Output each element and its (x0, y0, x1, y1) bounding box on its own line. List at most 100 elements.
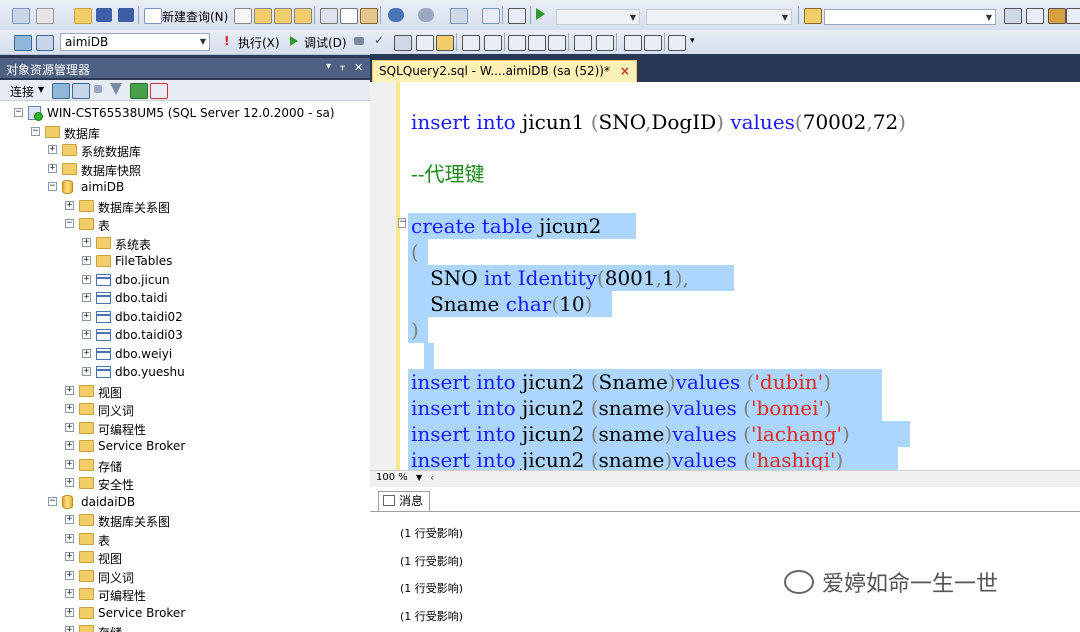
tab-messages[interactable]: 消息 (378, 491, 431, 512)
undo-icon[interactable] (388, 8, 404, 22)
expand-icon[interactable]: + (48, 163, 57, 173)
solution-config-dropdown[interactable]: ▼ (556, 9, 640, 25)
uncomment-icon[interactable] (596, 35, 614, 51)
find-in-files-icon[interactable] (804, 8, 822, 24)
tree-node[interactable]: + 可编程性 (0, 420, 370, 438)
tree-node[interactable]: + 可编程性 (0, 586, 370, 604)
report-icon[interactable] (508, 8, 526, 24)
add-item-icon[interactable] (36, 8, 54, 24)
disconnect-icon[interactable] (72, 83, 90, 99)
debug-button[interactable]: 调试(D) (304, 34, 347, 51)
properties-icon[interactable] (1026, 8, 1044, 24)
expand-icon[interactable]: + (65, 570, 74, 580)
tree-node[interactable]: + dbo.weiyi (0, 346, 370, 364)
specify-template-icon[interactable] (668, 35, 686, 51)
window-position-icon[interactable]: ▾ (326, 61, 331, 72)
navigate-icon[interactable] (450, 8, 468, 24)
tree-node[interactable]: + 视图 (0, 383, 370, 401)
expand-icon[interactable]: + (82, 367, 91, 376)
execute-button[interactable]: 执行(X) (238, 34, 280, 51)
tree-node[interactable]: + dbo.yueshu (0, 364, 370, 382)
tree-node[interactable]: + 数据库关系图 (0, 198, 370, 216)
scroll-left-icon[interactable]: ‹ (430, 471, 434, 484)
tree-node[interactable]: + FileTables (0, 253, 370, 271)
tree-node[interactable]: + Service Broker (0, 605, 370, 623)
tree-node[interactable]: − 数据库 (0, 124, 370, 142)
activity-monitor-icon[interactable] (482, 8, 500, 24)
start-debug-icon[interactable] (536, 8, 545, 20)
query-designer-icon[interactable] (416, 35, 434, 51)
connect-object-explorer-icon[interactable] (52, 83, 70, 99)
tree-node[interactable]: + 视图 (0, 549, 370, 567)
collapse-icon[interactable]: − (14, 108, 23, 117)
connect-button[interactable]: 连接 (10, 83, 34, 100)
cut-icon[interactable] (320, 8, 338, 24)
expand-icon[interactable]: + (65, 422, 74, 432)
mdx-query-icon[interactable] (274, 8, 292, 24)
expand-icon[interactable]: + (65, 533, 74, 543)
tree-node[interactable]: + 安全性 (0, 475, 370, 493)
tree-node[interactable]: + 存储 (0, 623, 370, 632)
collapse-icon[interactable]: − (48, 496, 57, 506)
parse-icon[interactable]: ✓ (374, 33, 384, 47)
collapse-icon[interactable]: − (31, 126, 40, 136)
chevron-down-icon[interactable]: ▼ (416, 473, 422, 482)
tree-node[interactable]: + dbo.jicun (0, 272, 370, 290)
database-engine-query-icon[interactable] (234, 8, 252, 24)
collapse-region-icon[interactable]: − (398, 218, 407, 228)
tree-node[interactable]: + 同义词 (0, 401, 370, 419)
stop-icon[interactable] (94, 85, 102, 93)
tree-node[interactable]: + 存储 (0, 457, 370, 475)
tree-node[interactable]: − 表 (0, 216, 370, 234)
refresh-icon[interactable] (130, 83, 148, 99)
expand-icon[interactable]: + (65, 404, 74, 413)
xmla-query-icon[interactable] (294, 8, 312, 24)
expand-icon[interactable]: + (82, 311, 91, 321)
disconnect-icon[interactable] (36, 35, 54, 51)
save-all-icon[interactable] (118, 8, 134, 22)
tree-node[interactable]: + dbo.taidi (0, 290, 370, 308)
new-query-button[interactable]: 新建查询(N) (162, 8, 228, 25)
available-databases-dropdown[interactable]: aimiDB ▼ (60, 33, 210, 51)
expand-icon[interactable]: + (65, 478, 74, 487)
tree-node[interactable]: + 数据库快照 (0, 161, 370, 179)
collapse-icon[interactable]: − (48, 182, 57, 191)
expand-icon[interactable]: + (65, 607, 74, 617)
expand-icon[interactable]: + (82, 274, 91, 284)
tree-node[interactable]: + dbo.taidi03 (0, 327, 370, 345)
expand-icon[interactable]: + (82, 237, 91, 247)
redo-icon[interactable] (418, 8, 434, 22)
new-project-icon[interactable] (12, 8, 30, 24)
expand-icon[interactable]: + (65, 441, 74, 450)
expand-icon[interactable]: + (65, 459, 74, 469)
analysis-query-icon[interactable] (254, 8, 272, 24)
tab-close-icon[interactable]: × (620, 64, 630, 78)
results-to-file-icon[interactable] (548, 35, 566, 51)
expand-icon[interactable]: + (82, 348, 91, 358)
solution-platform-dropdown[interactable]: ▼ (646, 9, 792, 25)
tree-node[interactable]: + 表 (0, 531, 370, 549)
intellisense-icon[interactable] (462, 35, 480, 51)
expand-icon[interactable]: + (65, 515, 74, 524)
tree-node[interactable]: + 同义词 (0, 568, 370, 586)
tree-node[interactable]: + 系统数据库 (0, 142, 370, 160)
collapse-icon[interactable]: − (65, 219, 74, 228)
chevron-down-icon[interactable]: ▼ (38, 85, 44, 94)
decrease-indent-icon[interactable] (624, 35, 642, 51)
tree-node[interactable]: − WIN-CST65538UM5 (SQL Server 12.0.2000 -… (0, 105, 370, 123)
new-query-icon[interactable] (144, 8, 162, 24)
expand-icon[interactable]: + (82, 330, 91, 339)
tree-node[interactable]: − aimiDB (0, 179, 370, 197)
filter-icon[interactable] (110, 83, 122, 95)
expand-icon[interactable]: + (82, 256, 91, 265)
expand-icon[interactable]: + (65, 200, 74, 210)
save-icon[interactable] (96, 8, 112, 22)
query-editor[interactable]: − insert into jicun1 (SNO,DogID) values(… (370, 82, 1080, 470)
expand-icon[interactable]: + (65, 589, 74, 598)
options-icon[interactable] (1066, 8, 1080, 24)
expand-icon[interactable]: + (65, 626, 74, 632)
cancel-query-icon[interactable] (354, 37, 364, 45)
tree-node[interactable]: + Service Broker (0, 438, 370, 456)
zoom-level[interactable]: 100 % (376, 472, 408, 483)
results-to-grid-icon[interactable] (528, 35, 546, 51)
